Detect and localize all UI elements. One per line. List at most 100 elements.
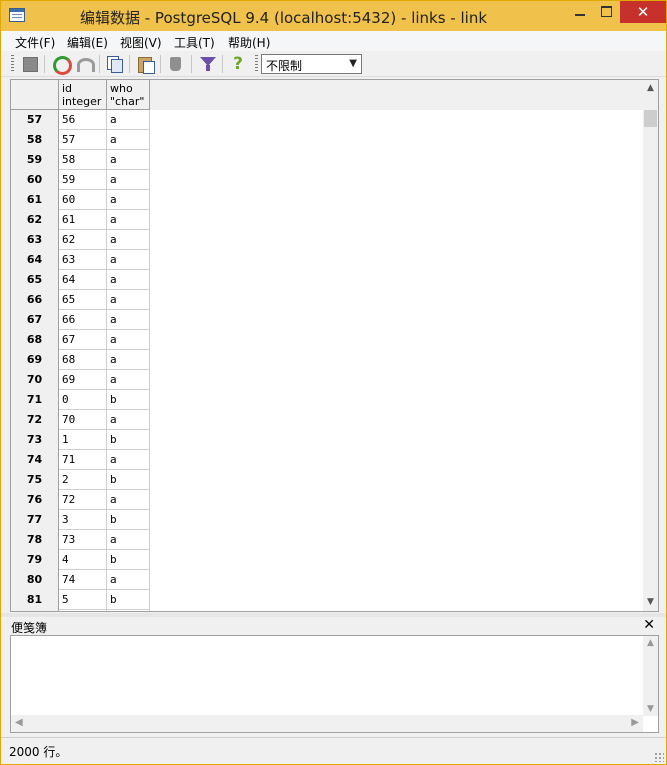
table-row[interactable]: 72 70 a: [11, 410, 150, 430]
id-cell[interactable]: 2: [59, 470, 107, 490]
row-number-cell[interactable]: 72: [11, 410, 59, 430]
id-cell[interactable]: 1: [59, 430, 107, 450]
chevron-down-icon[interactable]: ▼: [349, 58, 357, 69]
table-row[interactable]: 80 74 a: [11, 570, 150, 590]
id-cell[interactable]: 63: [59, 250, 107, 270]
id-cell[interactable]: 72: [59, 490, 107, 510]
menu-help[interactable]: 帮助(H): [228, 34, 270, 51]
table-row[interactable]: 8275a: [11, 610, 150, 611]
who-cell[interactable]: a: [107, 490, 150, 510]
data-grid[interactable]: id integer who "char" 57 56 a 58 57 a 59 58 a 60 5…: [10, 79, 659, 612]
toolbar-grip[interactable]: [255, 55, 258, 73]
row-number-cell[interactable]: 79: [11, 550, 59, 570]
id-cell[interactable]: 61: [59, 210, 107, 230]
row-limit-select[interactable]: 不限制 ▼: [261, 54, 362, 74]
id-cell[interactable]: 62: [59, 230, 107, 250]
id-cell[interactable]: 66: [59, 310, 107, 330]
who-cell[interactable]: a: [107, 190, 150, 210]
close-icon[interactable]: ✕: [643, 617, 655, 633]
row-number-cell[interactable]: 57: [11, 110, 59, 130]
row-number-cell[interactable]: 81: [11, 590, 59, 610]
menu-tools[interactable]: 工具(T): [174, 34, 215, 51]
who-cell[interactable]: a: [107, 230, 150, 250]
table-row[interactable]: 69 68 a: [11, 350, 150, 370]
chevron-right-icon[interactable]: ▶: [631, 717, 639, 728]
scratchpad-horizontal-scrollbar[interactable]: ◀ ▶: [11, 715, 643, 732]
menu-view[interactable]: 视图(V): [120, 34, 162, 51]
who-cell[interactable]: a: [107, 370, 150, 390]
table-row[interactable]: 75 2 b: [11, 470, 150, 490]
copy-icon[interactable]: [106, 55, 124, 73]
id-cell[interactable]: 0: [59, 390, 107, 410]
table-row[interactable]: 59 58 a: [11, 150, 150, 170]
id-cell[interactable]: 75: [59, 610, 107, 611]
help-icon[interactable]: ?: [229, 55, 247, 73]
who-cell[interactable]: a: [107, 350, 150, 370]
scroll-thumb[interactable]: [644, 110, 657, 127]
who-cell[interactable]: a: [107, 270, 150, 290]
who-cell[interactable]: b: [107, 390, 150, 410]
stop-icon[interactable]: [21, 55, 39, 73]
table-row[interactable]: 66 65 a: [11, 290, 150, 310]
row-number-cell[interactable]: 64: [11, 250, 59, 270]
id-cell[interactable]: 64: [59, 270, 107, 290]
row-number-cell[interactable]: 80: [11, 570, 59, 590]
table-row[interactable]: 74 71 a: [11, 450, 150, 470]
id-cell[interactable]: 60: [59, 190, 107, 210]
row-number-cell[interactable]: 60: [11, 170, 59, 190]
row-number-cell[interactable]: 58: [11, 130, 59, 150]
refresh-icon[interactable]: [52, 55, 72, 75]
who-cell[interactable]: a: [107, 250, 150, 270]
who-cell[interactable]: a: [107, 170, 150, 190]
row-number-cell[interactable]: 59: [11, 150, 59, 170]
row-number-cell[interactable]: 78: [11, 530, 59, 550]
table-row[interactable]: 62 61 a: [11, 210, 150, 230]
table-row[interactable]: 60 59 a: [11, 170, 150, 190]
table-row[interactable]: 71 0 b: [11, 390, 150, 410]
id-cell[interactable]: 3: [59, 510, 107, 530]
who-cell[interactable]: a: [107, 570, 150, 590]
table-row[interactable]: 64 63 a: [11, 250, 150, 270]
id-cell[interactable]: 4: [59, 550, 107, 570]
row-number-cell[interactable]: 67: [11, 310, 59, 330]
chevron-down-icon[interactable]: ▼: [643, 594, 658, 611]
maximize-button[interactable]: [593, 1, 619, 23]
menu-file[interactable]: 文件(F): [15, 34, 55, 51]
row-number-cell[interactable]: 77: [11, 510, 59, 530]
row-number-cell[interactable]: 74: [11, 450, 59, 470]
id-cell[interactable]: 69: [59, 370, 107, 390]
resize-grip[interactable]: [654, 752, 664, 762]
row-number-cell[interactable]: 62: [11, 210, 59, 230]
table-row[interactable]: 81 5 b: [11, 590, 150, 610]
table-row[interactable]: 65 64 a: [11, 270, 150, 290]
title-bar[interactable]: 编辑数据 - PostgreSQL 9.4 (localhost:5432) -…: [1, 1, 666, 31]
table-row[interactable]: 79 4 b: [11, 550, 150, 570]
who-cell[interactable]: a: [107, 110, 150, 130]
table-row[interactable]: 78 73 a: [11, 530, 150, 550]
row-number-cell[interactable]: 75: [11, 470, 59, 490]
column-header-who[interactable]: who "char": [107, 80, 150, 110]
who-cell[interactable]: b: [107, 590, 150, 610]
who-cell[interactable]: a: [107, 530, 150, 550]
table-row[interactable]: 70 69 a: [11, 370, 150, 390]
row-number-cell[interactable]: 65: [11, 270, 59, 290]
chevron-down-icon[interactable]: ▼: [643, 704, 658, 714]
who-cell[interactable]: a: [107, 210, 150, 230]
id-cell[interactable]: 68: [59, 350, 107, 370]
who-cell[interactable]: b: [107, 550, 150, 570]
table-row[interactable]: 58 57 a: [11, 130, 150, 150]
scratchpad-vertical-scrollbar[interactable]: ▲ ▼: [643, 636, 658, 716]
paste-icon[interactable]: [137, 55, 155, 74]
minimize-button[interactable]: [567, 1, 593, 23]
who-cell[interactable]: a: [107, 130, 150, 150]
grid-viewport[interactable]: id integer who "char" 57 56 a 58 57 a 59 58 a 60 5…: [11, 80, 643, 611]
chevron-up-icon[interactable]: ▲: [643, 80, 658, 97]
menu-edit[interactable]: 编辑(E): [67, 34, 108, 51]
who-cell[interactable]: a: [107, 450, 150, 470]
row-number-cell[interactable]: 66: [11, 290, 59, 310]
row-number-cell[interactable]: 61: [11, 190, 59, 210]
who-cell[interactable]: a: [107, 610, 150, 611]
table-row[interactable]: 68 67 a: [11, 330, 150, 350]
who-cell[interactable]: b: [107, 430, 150, 450]
row-number-cell[interactable]: 68: [11, 330, 59, 350]
